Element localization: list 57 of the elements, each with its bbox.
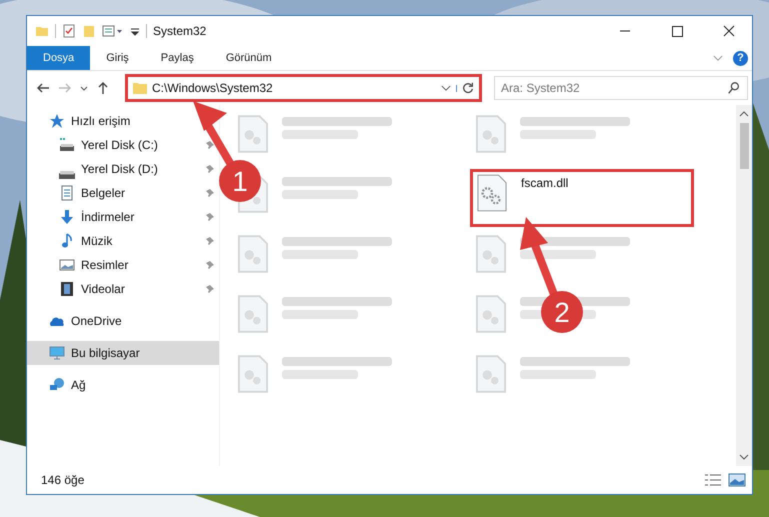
film-icon (59, 281, 75, 297)
sidebar-item[interactable]: Müzik (27, 229, 219, 253)
large-icons-view-icon[interactable] (728, 473, 746, 487)
refresh-icon[interactable] (461, 81, 475, 95)
download-icon (59, 209, 75, 225)
star-icon (49, 113, 65, 129)
file-icon (476, 235, 506, 273)
file-icon (476, 295, 506, 333)
item-count: 146 öğe (41, 473, 84, 487)
scroll-thumb[interactable] (740, 123, 748, 169)
file-icon (238, 115, 268, 153)
drive-icon (59, 137, 75, 153)
ribbon-tab[interactable]: Paylaş (144, 46, 210, 70)
sidebar-item[interactable]: İndirmeler (27, 205, 219, 229)
details-view-icon[interactable] (704, 473, 722, 487)
address-bar[interactable]: C:\Windows\System32 (125, 74, 482, 102)
pin-icon[interactable] (205, 236, 215, 246)
sidebar-item[interactable]: Ağ (27, 373, 219, 397)
image-icon (59, 257, 75, 273)
sidebar-item[interactable]: Bu bilgisayar (27, 341, 219, 365)
help-button[interactable]: ? (733, 50, 748, 66)
ribbon-tab[interactable]: Dosya (27, 46, 90, 70)
file-icon (238, 295, 268, 333)
ribbon-tab[interactable]: Giriş (90, 46, 145, 70)
file-icon (476, 115, 506, 153)
file-item[interactable]: fscam.dll (470, 169, 694, 227)
document-icon (59, 185, 75, 201)
callout-arrow-drawing: 1 (190, 100, 264, 204)
computer-icon (49, 345, 65, 361)
scrollbar[interactable] (736, 105, 752, 466)
sidebar-item[interactable]: Videolar (27, 277, 219, 301)
pin-icon[interactable] (205, 188, 215, 198)
pin-icon[interactable] (205, 284, 215, 294)
pin-icon[interactable] (205, 260, 215, 270)
properties-icon[interactable] (62, 24, 76, 38)
view-dropdown-icon[interactable] (102, 24, 124, 38)
ribbon-tab[interactable]: Görünüm (210, 46, 288, 70)
address-path: C:\Windows\System32 (152, 81, 274, 95)
search-icon[interactable] (727, 81, 741, 95)
window-title: System32 (153, 24, 206, 38)
pin-icon[interactable] (205, 140, 215, 150)
sidebar-item[interactable]: Resimler (27, 253, 219, 277)
file-icon (238, 355, 268, 393)
scroll-up-icon[interactable] (739, 110, 749, 118)
file-icon (476, 355, 506, 393)
dropdown-icon[interactable] (441, 84, 457, 92)
search-field[interactable]: Ara: System32 (494, 76, 748, 100)
music-note-icon (59, 233, 75, 249)
pin-icon[interactable] (205, 164, 215, 174)
file-icon (238, 235, 268, 273)
scroll-down-icon[interactable] (739, 453, 749, 461)
network-icon (49, 377, 65, 393)
expand-ribbon-icon[interactable] (713, 54, 723, 62)
folder-icon (132, 80, 148, 96)
pin-icon[interactable] (205, 212, 215, 222)
file-gears-icon (477, 174, 507, 212)
sidebar-item[interactable]: OneDrive (27, 309, 219, 333)
